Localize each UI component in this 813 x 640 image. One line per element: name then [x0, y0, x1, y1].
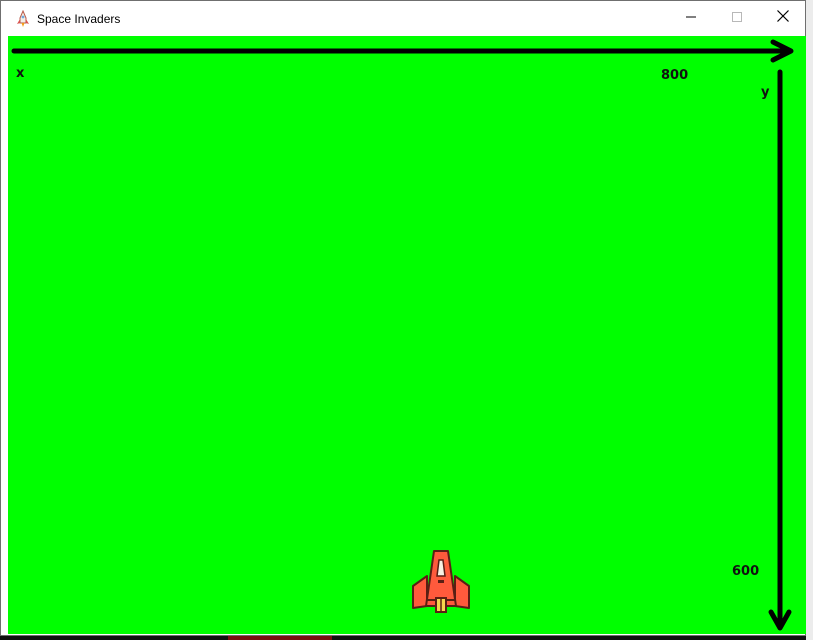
minimize-button[interactable]: [668, 1, 714, 36]
title-bar[interactable]: Space Invaders: [1, 1, 805, 36]
maximize-icon: [731, 10, 743, 28]
y-axis-arrow: [768, 69, 792, 631]
window-title: Space Invaders: [37, 12, 121, 26]
height-label: 600: [732, 564, 760, 579]
x-axis-arrow: [11, 39, 794, 63]
game-canvas[interactable]: x 800 y 600: [8, 36, 806, 634]
close-button[interactable]: [760, 1, 806, 36]
background-window-edge: [806, 0, 813, 640]
maximize-button[interactable]: [714, 1, 760, 36]
x-axis-label: x: [16, 66, 25, 81]
rocket-icon[interactable]: [15, 9, 31, 28]
coordinate-axes: [11, 39, 794, 631]
close-icon: [776, 9, 790, 28]
y-axis-label: y: [761, 85, 770, 100]
spaceship-icon: [410, 550, 472, 618]
game-window: Space Invaders x 800 y 600: [0, 0, 806, 636]
minimize-icon: [685, 10, 697, 28]
player-spaceship: [410, 548, 472, 614]
width-label: 800: [661, 68, 689, 83]
